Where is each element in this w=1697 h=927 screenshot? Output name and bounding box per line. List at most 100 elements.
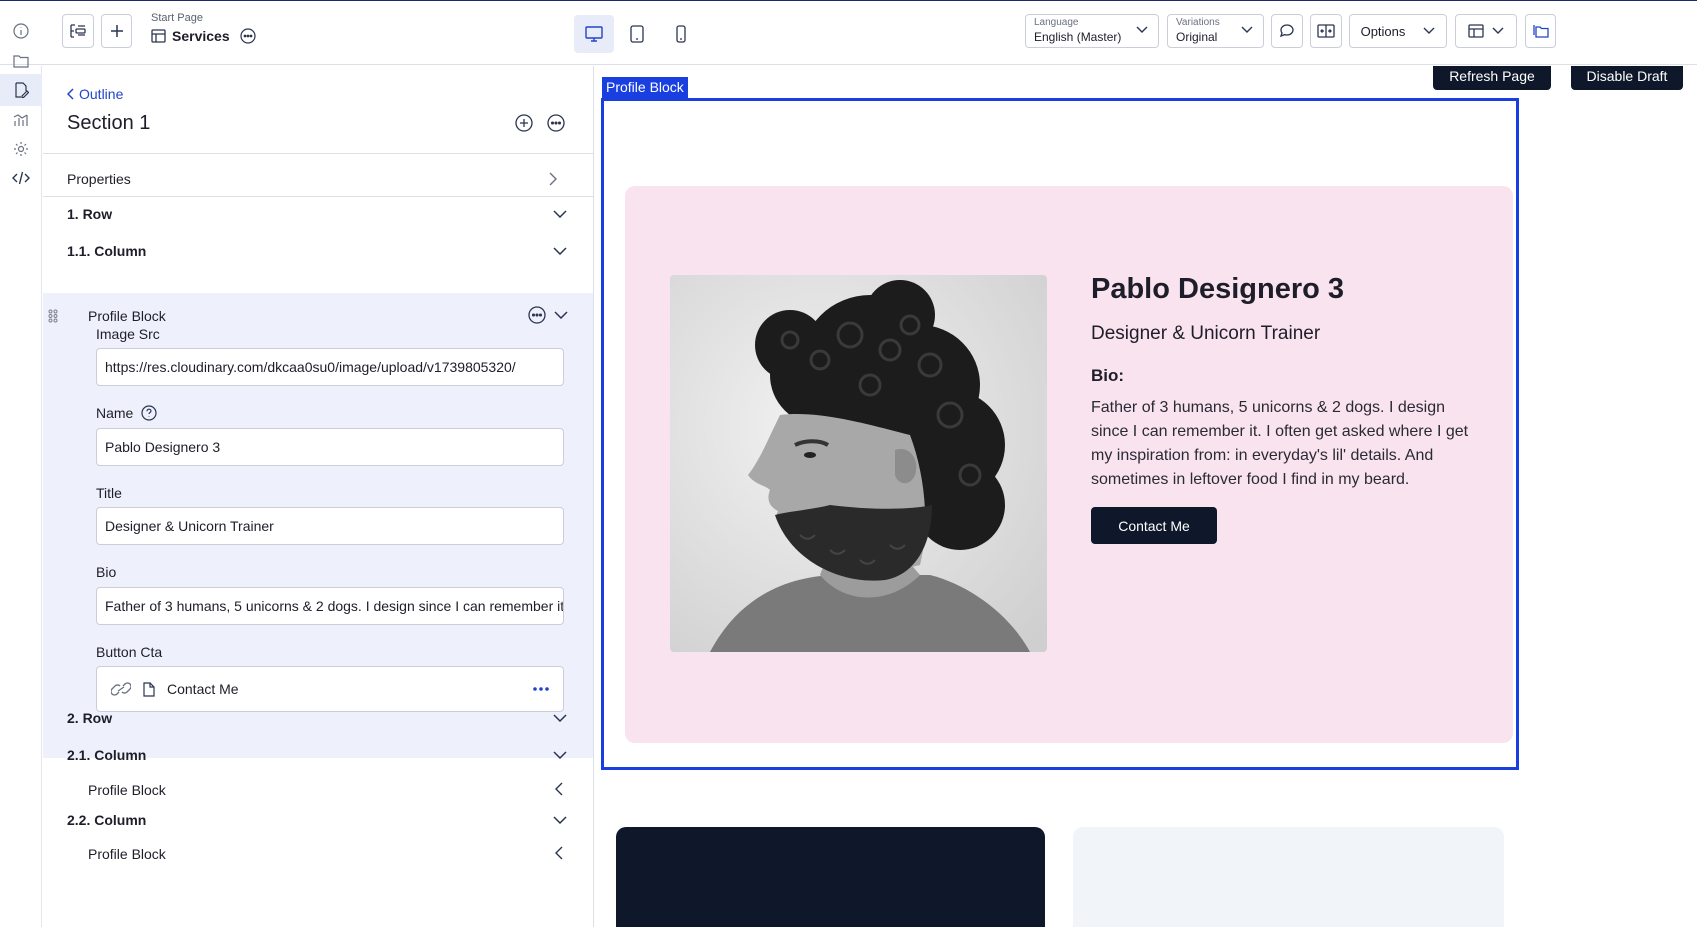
rail-pages-button[interactable] — [0, 74, 42, 106]
chevron-down-icon — [1241, 26, 1253, 33]
edit-page-icon — [15, 82, 29, 98]
outline-toggle-button[interactable] — [62, 14, 94, 48]
bio-label: Bio — [96, 564, 116, 580]
rail-analytics-button[interactable] — [0, 104, 42, 136]
profile-block-actions — [528, 306, 568, 324]
chevron-down-icon[interactable] — [553, 714, 567, 722]
selection-tag[interactable]: Profile Block — [602, 77, 688, 98]
rail-settings-button[interactable] — [0, 133, 42, 165]
page-preview: Refresh Page Disable Draft Profile Block — [595, 66, 1697, 927]
more-options-icon[interactable] — [240, 28, 256, 44]
profile-photo — [670, 275, 1047, 652]
top-toolbar: Start Page Services Language English (Ma… — [0, 1, 1697, 65]
outline-link-label: Outline — [79, 86, 124, 102]
page-layout-icon — [151, 29, 166, 43]
tree-item-profile-block[interactable]: Profile Block — [88, 846, 166, 862]
rail-folders-button[interactable] — [0, 45, 42, 77]
selected-block-frame[interactable]: Pablo Designero 3 Designer & Unicorn Tra… — [601, 98, 1519, 770]
panels-button[interactable] — [1525, 14, 1556, 48]
folder-icon — [13, 55, 29, 68]
compare-button[interactable] — [1310, 14, 1342, 48]
mobile-icon — [676, 25, 686, 43]
chevron-down-icon — [1136, 26, 1148, 33]
chevron-down-icon[interactable] — [554, 311, 568, 319]
title-label-text: Title — [96, 485, 122, 501]
tablet-icon — [630, 25, 644, 43]
chevron-down-icon[interactable] — [553, 210, 567, 218]
rail-info-button[interactable] — [0, 15, 42, 47]
bio-label-text: Bio — [96, 564, 117, 580]
tree-item-profile-block[interactable]: Profile Block — [88, 782, 166, 798]
portrait-image — [670, 275, 1047, 652]
variations-select[interactable]: Variations Original — [1167, 14, 1264, 48]
chevron-down-icon[interactable] — [553, 247, 567, 255]
comments-button[interactable] — [1271, 14, 1303, 48]
button-cta-label-text: Button Cta — [96, 644, 163, 660]
outline-back-link[interactable]: Outline — [67, 86, 123, 102]
chevron-left-icon[interactable] — [555, 846, 563, 860]
image-src-input[interactable]: https://res.cloudinary.com/dkcaa0su0/ima… — [96, 348, 564, 386]
section-actions — [515, 114, 565, 132]
chevron-down-icon — [1492, 27, 1504, 34]
next-section-card-light — [1073, 827, 1504, 927]
profile-title: Designer & Unicorn Trainer — [1091, 323, 1321, 344]
tree-row-2-2[interactable]: 2.2. Column — [67, 812, 146, 828]
title-label: Title — [96, 485, 122, 501]
help-icon[interactable] — [141, 405, 157, 421]
button-cta-label: Button Cta — [96, 644, 162, 660]
desktop-view-button[interactable] — [574, 15, 614, 53]
next-section-card-dark — [616, 827, 1045, 927]
divider — [43, 153, 593, 154]
chevron-down-icon — [1423, 27, 1435, 34]
chevron-down-icon[interactable] — [553, 751, 567, 759]
add-button[interactable] — [101, 14, 132, 48]
folders-icon — [1532, 25, 1549, 38]
properties-row[interactable]: Properties — [67, 171, 131, 187]
chevron-right-icon[interactable] — [549, 172, 557, 186]
breadcrumb-parent[interactable]: Start Page — [151, 12, 203, 24]
name-input[interactable]: Pablo Designero 3 — [96, 428, 564, 466]
language-select[interactable]: Language English (Master) — [1025, 14, 1159, 48]
desktop-icon — [585, 26, 603, 42]
chevron-left-icon[interactable] — [555, 782, 563, 796]
tree-row-1[interactable]: 1. Row — [67, 206, 112, 222]
plus-icon — [110, 25, 123, 37]
gear-icon — [14, 142, 28, 156]
layout-menu-button[interactable] — [1455, 14, 1517, 48]
document-icon — [143, 681, 155, 697]
more-options-icon[interactable] — [547, 114, 565, 132]
name-label-text: Name — [96, 405, 134, 421]
title-input[interactable]: Designer & Unicorn Trainer — [96, 507, 564, 545]
page-title: Services — [172, 28, 230, 44]
add-circle-icon[interactable] — [515, 114, 533, 132]
options-label: Options — [1360, 23, 1406, 39]
more-options-icon[interactable] — [528, 306, 546, 324]
drag-handle-icon[interactable] — [48, 309, 58, 323]
tree-row-1-1[interactable]: 1.1. Column — [67, 243, 146, 259]
tablet-view-button[interactable] — [617, 15, 657, 53]
image-src-label-text: Image Src — [96, 326, 160, 342]
tree-row-2-1[interactable]: 2.1. Column — [67, 747, 146, 763]
mobile-view-button[interactable] — [661, 15, 701, 53]
profile-block-title[interactable]: Profile Block — [88, 308, 166, 324]
options-button[interactable]: Options — [1349, 14, 1447, 48]
info-icon — [13, 23, 29, 39]
ellipsis-icon[interactable] — [533, 687, 549, 691]
name-label: Name — [96, 405, 157, 421]
profile-name: Pablo Designero 3 — [1091, 273, 1345, 305]
rail-code-button[interactable] — [0, 162, 42, 194]
profile-card: Pablo Designero 3 Designer & Unicorn Tra… — [625, 186, 1513, 743]
chevron-down-icon[interactable] — [553, 816, 567, 824]
contact-me-button[interactable]: Contact Me — [1091, 507, 1217, 544]
disable-draft-button[interactable]: Disable Draft — [1571, 66, 1683, 90]
tree-row-2[interactable]: 2. Row — [67, 710, 112, 726]
analytics-icon — [13, 114, 28, 126]
layout-icon — [1468, 24, 1484, 38]
language-label: Language — [1034, 17, 1079, 28]
button-cta-field[interactable]: Contact Me — [96, 666, 564, 712]
bio-input[interactable]: Father of 3 humans, 5 unicorns & 2 dogs.… — [96, 587, 564, 625]
language-value: English (Master) — [1034, 30, 1122, 44]
chevron-left-icon — [67, 88, 74, 100]
refresh-page-button[interactable]: Refresh Page — [1433, 66, 1551, 90]
image-src-label: Image Src — [96, 326, 160, 342]
